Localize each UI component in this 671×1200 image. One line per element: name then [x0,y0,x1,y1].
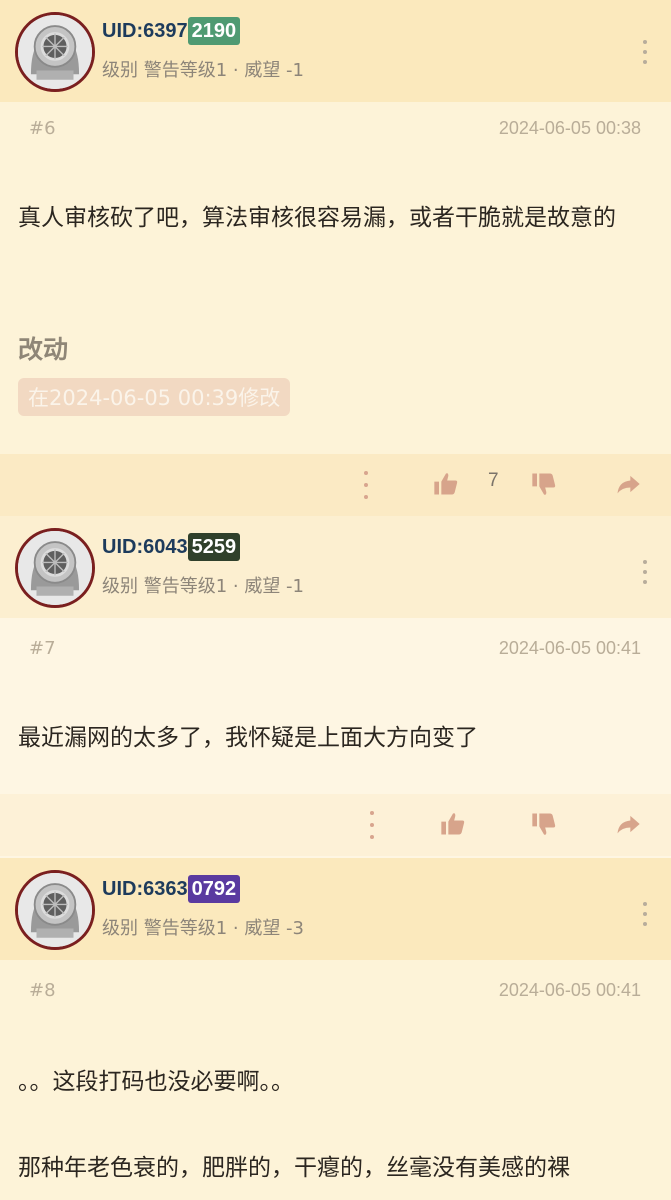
user-meta: 级别 警告等级1 · 威望 -1 [102,60,305,81]
user-id-row[interactable]: UID:6397 2190 [102,16,241,46]
post-8: UID:6363 0792 级别 警告等级1 · 威望 -3 #8 2024-0… [0,858,671,1200]
more-options-icon[interactable] [635,36,655,68]
post-header: UID:6397 2190 级别 警告等级1 · 威望 -1 [0,0,671,102]
diving-helmet-avatar [18,531,92,605]
user-avatar[interactable] [15,12,95,92]
thumbs-down-icon[interactable] [530,470,558,498]
user-id[interactable]: UID:6363 [102,878,188,901]
action-more-icon[interactable] [368,811,376,839]
floor-number: #8 [29,980,56,1001]
thumbs-down-icon[interactable] [530,810,558,838]
post-header: UID:6363 0792 级别 警告等级1 · 威望 -3 [0,858,671,960]
floor-number: #7 [29,638,56,659]
thumbs-up-icon[interactable] [439,810,467,838]
share-arrow-icon[interactable] [614,810,642,838]
post-actions: 7 [0,454,671,516]
diving-helmet-avatar [18,873,92,947]
diving-helmet-avatar [18,15,92,89]
post-time: 2024-06-05 00:41 [498,638,641,658]
post-actions [0,794,671,856]
thumbs-up-icon[interactable] [432,470,460,498]
user-avatar[interactable] [15,870,95,950]
edit-title: 改动 [18,335,69,364]
post-content-continued: 那种年老色衰的，肥胖的，干瘪的，丝毫没有美感的裸 [18,1155,570,1181]
post-6: UID:6397 2190 级别 警告等级1 · 威望 -1 #6 2024-0… [0,0,671,516]
post-7: UID:6043 5259 级别 警告等级1 · 威望 -1 #7 2024-0… [0,516,671,858]
user-id[interactable]: UID:6043 [102,536,188,559]
user-avatar[interactable] [15,528,95,608]
edit-note: 在2024-06-05 00:39修改 [18,378,291,416]
post-time: 2024-06-05 00:41 [498,980,641,1000]
post-content: 。。这段打码也没必要啊。。 [18,1069,294,1095]
user-id-row[interactable]: UID:6043 5259 [102,532,241,562]
share-arrow-icon[interactable] [614,470,642,498]
user-id-badge: 5259 [187,533,241,561]
more-options-icon[interactable] [635,898,655,930]
post-content: 真人审核砍了吧，算法审核很容易漏，或者干脆就是故意的 [18,205,616,231]
action-more-icon[interactable] [362,471,370,499]
post-header: UID:6043 5259 级别 警告等级1 · 威望 -1 [0,516,671,618]
user-meta: 级别 警告等级1 · 威望 -3 [102,918,305,939]
user-id-badge: 0792 [187,875,241,903]
like-count: 7 [488,470,499,491]
user-id-badge: 2190 [187,17,241,45]
post-content: 最近漏网的太多了，我怀疑是上面大方向变了 [18,725,478,751]
post-time: 2024-06-05 00:38 [498,118,641,138]
user-meta: 级别 警告等级1 · 威望 -1 [102,576,305,597]
user-id[interactable]: UID:6397 [102,20,188,43]
more-options-icon[interactable] [635,556,655,588]
user-id-row[interactable]: UID:6363 0792 [102,874,241,904]
floor-number: #6 [29,118,56,139]
